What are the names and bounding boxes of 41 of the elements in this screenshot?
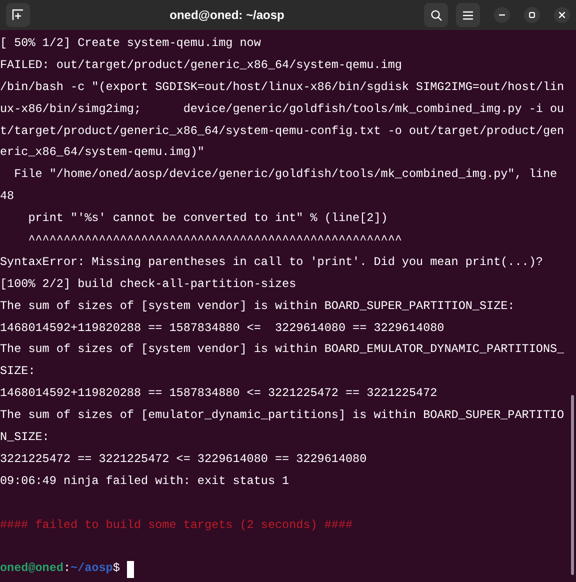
- prompt-path: ~/aosp: [70, 560, 113, 578]
- new-tab-icon: [12, 9, 24, 21]
- output-line: N_SIZE:: [0, 429, 50, 446]
- prompt-separator: :: [63, 560, 71, 578]
- output-line: The sum of sizes of [system vendor] is within BOARD_SUPER_PARTITION_SIZE:: [0, 298, 515, 315]
- menu-icon: [463, 10, 473, 20]
- output-line: t/target/product/generic_x86_64/system-qemu-config.txt -o out/target/product/gen: [0, 122, 564, 140]
- maximize-icon: [529, 12, 535, 18]
- search-button[interactable]: [424, 3, 448, 27]
- prompt-symbol: $: [112, 560, 120, 578]
- window-title: oned@oned: ~/aosp: [170, 7, 284, 24]
- output-line: 3221225472 == 3221225472 <= 3229614080 == 3229614080: [0, 450, 367, 468]
- search-icon: [430, 10, 442, 20]
- maximize-button[interactable]: [524, 7, 540, 23]
- close-icon: [559, 12, 565, 18]
- output-line: 1468014592+119820288 == 1587834880 <= 3229614080 == 3229614080: [0, 320, 444, 337]
- new-tab-button[interactable]: [6, 3, 30, 27]
- output-line: The sum of sizes of [emulator_dynamic_partitions] is within BOARD_SUPER_PARTITIO: [0, 407, 564, 424]
- output-line: 09:06:49 ninja failed with: exit status 1: [0, 472, 290, 490]
- text-cursor: [126, 560, 134, 578]
- output-line: SIZE:: [0, 363, 36, 380]
- minimize-button[interactable]: [494, 7, 510, 23]
- output-line: [ 50% 1/2] Create system-qemu.img now: [0, 35, 261, 52]
- error-line: #### failed to build some targets (2 seconds) ####: [0, 516, 353, 534]
- output-line: [100% 2/2] build check-all-partition-sizes: [0, 276, 296, 293]
- output-line: FAILED: out/target/product/generic_x86_64/system-qemu.img: [0, 56, 402, 74]
- output-line: print "'%s' cannot be converted to int" % (line[2]): [27, 210, 388, 228]
- scrollbar[interactable]: [571, 395, 574, 575]
- output-line: SyntaxError: Missing parentheses in call to 'print'. Did you mean print(...)?: [0, 254, 543, 271]
- output-line: ^^^^^^^^^^^^^^^^^^^^^^^^^^^^^^^^^^^^^^^^^^^^^^^^^^^^^: [27, 232, 402, 250]
- minimize-icon: [499, 14, 505, 16]
- output-line: eric_x86_64/system-qemu.img)": [0, 144, 204, 162]
- output-line: /bin/bash -c "(export SGDISK=out/host/linux-x86/bin/sgdisk SIMG2IMG=out/host/lin: [0, 78, 564, 96]
- output-line: 48: [0, 188, 14, 206]
- output-line: File "/home/oned/aosp/device/generic/goldfish/tools/mk_combined_img.py", line: [13, 166, 558, 184]
- prompt-user: oned@oned: [0, 560, 64, 578]
- close-button[interactable]: [554, 7, 570, 23]
- menu-button[interactable]: [456, 3, 480, 27]
- output-line: ux-x86/bin/simg2img; device/generic/goldfish/tools/mk_combined_img.py -i ou: [0, 100, 564, 118]
- output-line: The sum of sizes of [system vendor] is within BOARD_EMULATOR_DYNAMIC_PARTITIONS_: [0, 341, 564, 358]
- output-line: 1468014592+119820288 == 1587834880 <= 3221225472 == 3221225472: [0, 385, 438, 402]
